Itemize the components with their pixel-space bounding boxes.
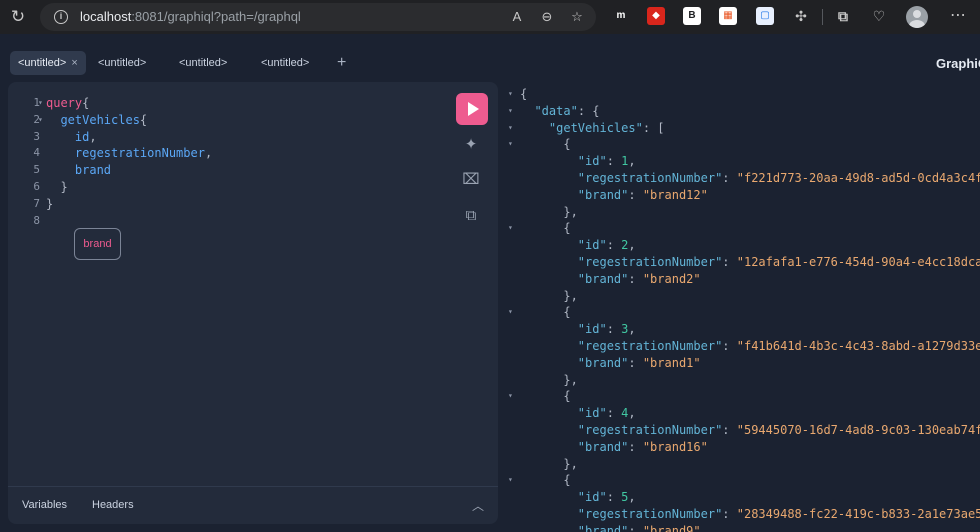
copy-icon[interactable]: ⧉	[462, 207, 480, 225]
puzzle-icon[interactable]: ✣	[792, 7, 810, 25]
app-title: GraphiQL	[936, 56, 980, 71]
fold-icon[interactable]: ▾	[508, 472, 513, 489]
collections-icon[interactable]: ⧉	[834, 7, 852, 25]
menu-icon[interactable]: ⋯	[950, 6, 966, 26]
result-line: "id": 3,	[577, 322, 636, 337]
line-number: 5	[33, 163, 40, 177]
health-icon[interactable]: ♡	[870, 7, 888, 25]
line-number: 8	[33, 213, 40, 227]
editor-tools-bar: Variables Headers ︿	[8, 486, 498, 524]
result-line: ▾{	[508, 86, 528, 103]
result-line: "id": 4,	[577, 406, 636, 421]
headers-tab[interactable]: Headers	[92, 499, 134, 511]
line-number: 6	[33, 179, 40, 193]
fold-icon[interactable]: ▾	[508, 103, 513, 120]
result-line: "brand": "brand16"	[577, 439, 708, 454]
fold-icon[interactable]: ▾	[38, 112, 43, 129]
line-number: 1	[33, 96, 40, 109]
line-number: 2	[33, 112, 40, 126]
result-line: },	[563, 288, 578, 303]
info-icon[interactable]: i	[54, 10, 68, 24]
result-line: "regestrationNumber": "f221d773-20aa-49d…	[577, 170, 980, 185]
graphiql-app: <untitled> × <untitled> <untitled> <untit…	[0, 34, 980, 532]
run-button[interactable]	[456, 93, 488, 125]
line-number: 3	[33, 129, 40, 143]
fold-icon[interactable]: ▾	[508, 304, 513, 321]
b-extension[interactable]: B	[683, 7, 701, 25]
fold-icon[interactable]: ▾	[508, 86, 513, 103]
result-line: },	[563, 204, 578, 219]
read-aloud-icon[interactable]: A	[508, 8, 526, 26]
result-line: "regestrationNumber": "12afafa1-e776-454…	[577, 254, 980, 269]
m-extension[interactable]: m	[612, 7, 630, 25]
result-line: },	[563, 456, 578, 471]
result-line: "id": 2,	[577, 238, 636, 253]
zoom-icon[interactable]: ⊖	[538, 8, 556, 26]
fold-icon[interactable]: ▾	[508, 220, 513, 237]
block-extension[interactable]: ▦	[719, 7, 737, 25]
result-line: "regestrationNumber": "59445070-16d7-4ad…	[577, 422, 980, 437]
result-line: "regestrationNumber": "28349488-fc22-419…	[577, 506, 980, 521]
chevron-up-icon[interactable]: ︿	[472, 497, 484, 514]
merge-fragments-icon[interactable]: ⌧	[462, 171, 480, 189]
code-text: regestrationNumber,	[46, 146, 213, 161]
browser-toolbar: ↻ i localhost:8081/graphiql?path=/graphq…	[0, 0, 980, 34]
code-text: }	[46, 179, 68, 194]
profile-avatar[interactable]	[906, 6, 928, 28]
line-number: 7	[33, 196, 40, 210]
result-line: "brand": "brand2"	[577, 271, 701, 286]
variables-tab[interactable]: Variables	[22, 499, 67, 511]
result-line: "brand": "brand12"	[577, 187, 708, 202]
result-line: "regestrationNumber": "f41b641d-4b3c-4c4…	[577, 338, 980, 353]
tab-bar: <untitled> × <untitled> <untitled> <untit…	[0, 34, 980, 80]
tab-untitled-2[interactable]: <untitled>	[90, 51, 154, 75]
result-line: ▾ {	[508, 304, 571, 321]
favorite-icon[interactable]: ☆	[568, 8, 586, 26]
result-line: },	[563, 372, 578, 387]
shield-extension[interactable]: ◆	[647, 7, 665, 25]
autocomplete-suggestion[interactable]: brand	[74, 228, 121, 260]
fold-icon[interactable]: ▾	[508, 136, 513, 153]
line-number: 4	[33, 146, 40, 160]
screen-extension[interactable]: ▢	[756, 7, 774, 25]
reload-icon[interactable]: ↻	[8, 7, 28, 27]
result-line: ▾ {	[508, 472, 571, 489]
tab-untitled-1[interactable]: <untitled> ×	[10, 51, 86, 75]
result-line: ▾ "getVehicles": [	[508, 120, 665, 137]
close-icon[interactable]: ×	[71, 57, 77, 69]
toolbar-divider	[822, 9, 823, 25]
tab-untitled-3[interactable]: <untitled>	[171, 51, 235, 75]
fold-icon[interactable]: ▾	[38, 95, 43, 112]
code-text: }	[46, 196, 54, 211]
result-line: "id": 1,	[577, 154, 636, 169]
code-text: query{	[46, 96, 90, 110]
code-text: brand	[46, 163, 112, 178]
result-line: ▾ {	[508, 388, 571, 405]
code-text: id,	[46, 129, 97, 144]
result-line: ▾ {	[508, 220, 571, 237]
result-line: "brand": "brand1"	[577, 355, 701, 370]
result-line: "brand": "brand9"	[577, 523, 701, 532]
prettify-icon[interactable]: ✦	[462, 136, 480, 154]
result-line: ▾ {	[508, 136, 571, 153]
address-bar[interactable]: i localhost:8081/graphiql?path=/graphql …	[40, 3, 596, 31]
url-text[interactable]: localhost:8081/graphiql?path=/graphql	[80, 9, 301, 24]
query-editor[interactable]: 1 ▾ query{2 ▾ getVehicles{3 id, 4 regestrati…	[8, 82, 498, 524]
result-line: ▾ "data": {	[508, 103, 600, 120]
result-viewer[interactable]: ▾{▾ "data": {▾ "getVehicles": [▾ { "id":…	[498, 82, 980, 532]
code-text: getVehicles{	[46, 112, 148, 127]
add-tab-button[interactable]: +	[337, 53, 346, 73]
fold-icon[interactable]: ▾	[508, 388, 513, 405]
result-line: "id": 5,	[577, 490, 636, 505]
fold-icon[interactable]: ▾	[508, 120, 513, 137]
tab-untitled-4[interactable]: <untitled>	[253, 51, 317, 75]
